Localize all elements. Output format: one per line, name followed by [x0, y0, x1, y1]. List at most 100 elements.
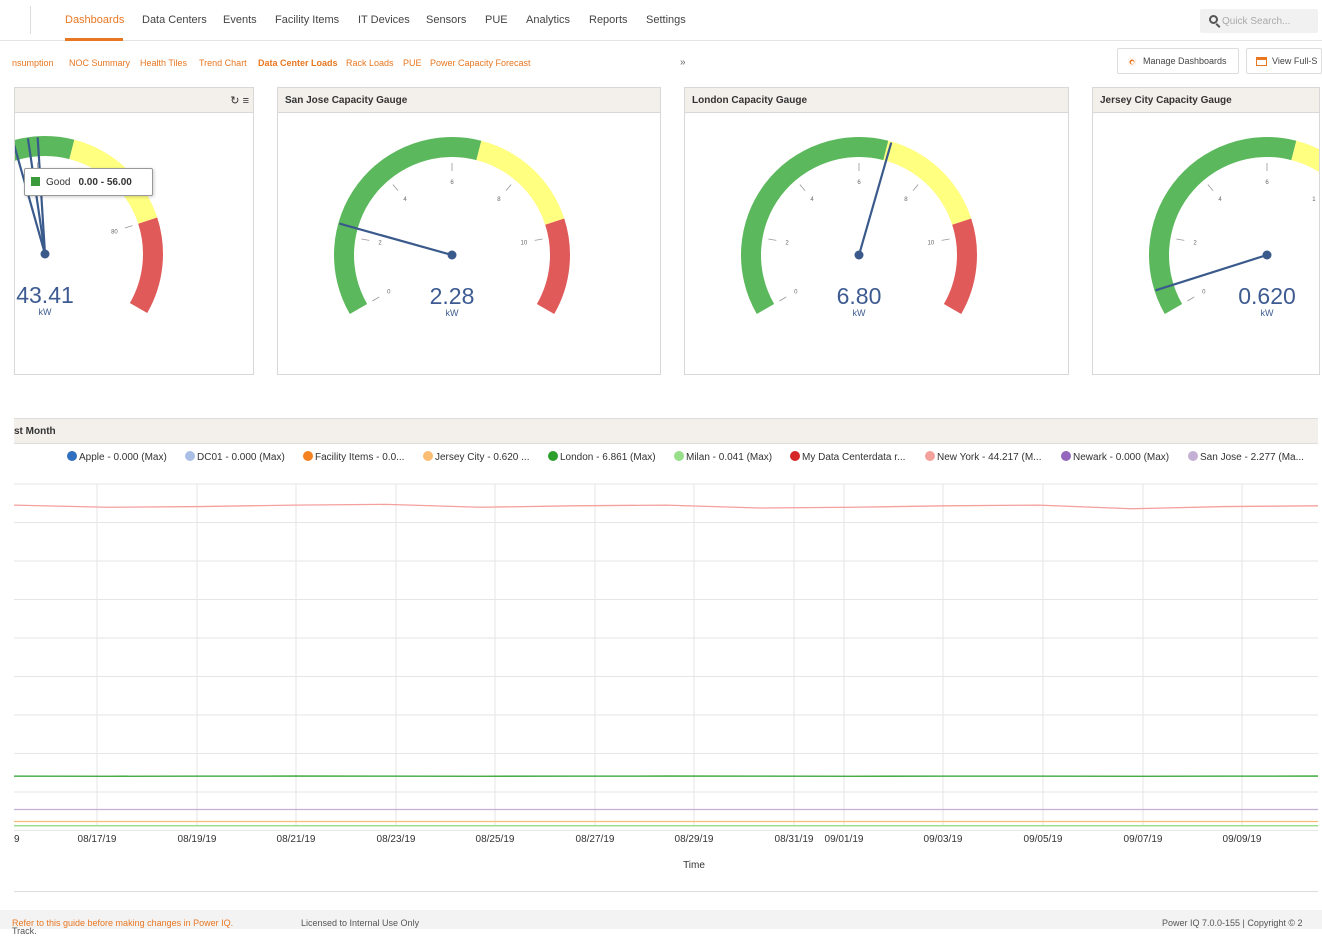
nav-analytics[interactable]: Analytics — [526, 14, 570, 26]
critical-band — [537, 219, 570, 314]
gauge-tick-label: 0 — [387, 290, 391, 296]
x-axis-label: Time — [683, 860, 705, 871]
nav-reports[interactable]: Reports — [589, 14, 628, 26]
gauge-value: 0.620 — [1238, 283, 1296, 309]
refresh-icon[interactable]: ↻ — [230, 95, 239, 107]
legend-item[interactable]: New York - 44.217 (M... — [925, 451, 1042, 463]
active-nav-indicator — [65, 38, 123, 41]
quick-search-input[interactable] — [1222, 13, 1316, 29]
x-tick-label: 08/17/19 — [78, 834, 117, 845]
gauge-tick-label: 0 — [1202, 290, 1206, 296]
legend-item[interactable]: Apple - 0.000 (Max) — [67, 451, 167, 463]
nav-pue[interactable]: PUE — [485, 14, 508, 26]
x-tick-label: 08/23/19 — [377, 834, 416, 845]
legend-swatch — [185, 451, 195, 461]
legend-swatch — [67, 451, 77, 461]
tab-noc-summary[interactable]: NOC Summary — [69, 58, 130, 68]
gauge-tick — [779, 297, 786, 301]
guide-link[interactable]: Refer to this guide before making change… — [12, 918, 233, 928]
copyright-text: Power IQ 7.0.0-155 | Copyright © 2 — [1162, 918, 1303, 928]
needle-pivot — [41, 250, 50, 259]
view-fullscreen-label: View Full-S — [1272, 56, 1317, 66]
gauge-tick — [913, 185, 918, 191]
tab-consumption[interactable]: nsumption — [12, 58, 54, 68]
gauge-tick-label: 8 — [497, 197, 501, 203]
x-tick-label: 9 — [14, 834, 20, 845]
gauge-tick-label: 4 — [1218, 197, 1222, 203]
gauge-tick-label: 10 — [521, 240, 528, 246]
panel-title: London Capacity Gauge — [685, 88, 1068, 113]
gear-icon — [1128, 58, 1136, 66]
gauge-chart: 0 2 4 6 1 0.620kW — [1093, 113, 1319, 375]
gauge-panel-partial: ↻ ≡ 3248648043.41kW Good0.00 - 56.00 — [14, 87, 254, 375]
x-tick-label: 09/05/19 — [1024, 834, 1063, 845]
legend-item[interactable]: Newark - 0.000 (Max) — [1061, 451, 1169, 463]
nav-sensors[interactable]: Sensors — [426, 14, 466, 26]
panel-title: Jersey City Capacity Gauge — [1093, 88, 1319, 113]
nav-settings[interactable]: Settings — [646, 14, 686, 26]
gauge-tick-label: 1 — [1312, 197, 1316, 203]
gauge-tick-label: 2 — [1193, 240, 1197, 246]
warning-band — [476, 141, 564, 225]
tab-health-tiles[interactable]: Health Tiles — [140, 58, 187, 68]
gauge-tick-label: 6 — [1265, 180, 1269, 186]
gauge-tick-label: 4 — [810, 197, 814, 203]
tab-pue[interactable]: PUE — [403, 58, 422, 68]
nav-facility-items[interactable]: Facility Items — [275, 14, 339, 26]
warning-band — [883, 141, 971, 225]
tab-trend-chart[interactable]: Trend Chart — [199, 58, 247, 68]
gauge-tick-label: 0 — [794, 290, 798, 296]
nav-it-devices[interactable]: IT Devices — [358, 14, 410, 26]
legend-item[interactable]: San Jose - 2.277 (Ma... — [1188, 451, 1304, 463]
needle-pivot — [1263, 251, 1272, 260]
panel-title: San Jose Capacity Gauge — [278, 88, 660, 113]
gauge-tick-label: 6 — [857, 180, 861, 186]
manage-dashboards-button[interactable]: Manage Dashboards — [1117, 48, 1239, 74]
gauge-tick — [1208, 185, 1213, 191]
top-navigation: Dashboards Data Centers Events Facility … — [0, 0, 1322, 41]
gauge-unit: kW — [1261, 308, 1275, 318]
panel-title — [15, 88, 253, 113]
tab-power-capacity-forecast[interactable]: Power Capacity Forecast — [430, 58, 531, 68]
gauge-needle — [340, 224, 452, 255]
gauge-tick-label: 6 — [450, 180, 454, 186]
gauge-tick — [768, 239, 776, 240]
gauge-tick — [800, 185, 805, 191]
legend-swatch — [674, 451, 684, 461]
tab-rack-loads[interactable]: Rack Loads — [346, 58, 394, 68]
legend-item[interactable]: My Data Centerdata r... — [790, 451, 905, 463]
nav-events[interactable]: Events — [223, 14, 257, 26]
san-jose-gauge-panel: San Jose Capacity Gauge 02468102.28kW — [277, 87, 661, 375]
needle-pivot — [855, 251, 864, 260]
legend-item[interactable]: DC01 - 0.000 (Max) — [185, 451, 285, 463]
nav-data-centers[interactable]: Data Centers — [142, 14, 207, 26]
needle-pivot — [448, 251, 457, 260]
manage-dashboards-label: Manage Dashboards — [1143, 56, 1227, 66]
more-tabs-button[interactable]: » — [680, 57, 686, 68]
legend-swatch — [423, 451, 433, 461]
tooltip-range: 0.00 - 56.00 — [78, 177, 131, 188]
legend-swatch — [1188, 451, 1198, 461]
legend-item[interactable]: London - 6.861 (Max) — [548, 451, 656, 463]
quick-search[interactable] — [1200, 9, 1318, 33]
gauge-unit: kW — [853, 308, 867, 318]
gauge-tick — [506, 185, 511, 191]
good-swatch — [31, 177, 40, 186]
trend-chart-title: st Month — [14, 419, 1318, 444]
menu-icon[interactable]: ≡ — [243, 95, 249, 107]
london-gauge-panel: London Capacity Gauge 02468106.80kW — [684, 87, 1069, 375]
footer: Track. Refer to this guide before making… — [0, 910, 1322, 929]
gauge-tick — [942, 239, 950, 240]
view-fullscreen-button[interactable]: View Full-S — [1246, 48, 1322, 74]
x-tick-label: 09/01/19 — [825, 834, 864, 845]
critical-band — [944, 219, 977, 314]
gauge-tick-label: 80 — [111, 229, 118, 235]
legend-swatch — [548, 451, 558, 461]
legend-item[interactable]: Jersey City - 0.620 ... — [423, 451, 529, 463]
tab-data-center-loads[interactable]: Data Center Loads — [258, 58, 338, 68]
legend-item[interactable]: Facility Items - 0.0... — [303, 451, 404, 463]
gauge-value: 43.41 — [16, 282, 74, 308]
legend-item[interactable]: Milan - 0.041 (Max) — [674, 451, 772, 463]
x-tick-label: 08/31/19 — [775, 834, 814, 845]
nav-dashboards[interactable]: Dashboards — [65, 14, 124, 26]
